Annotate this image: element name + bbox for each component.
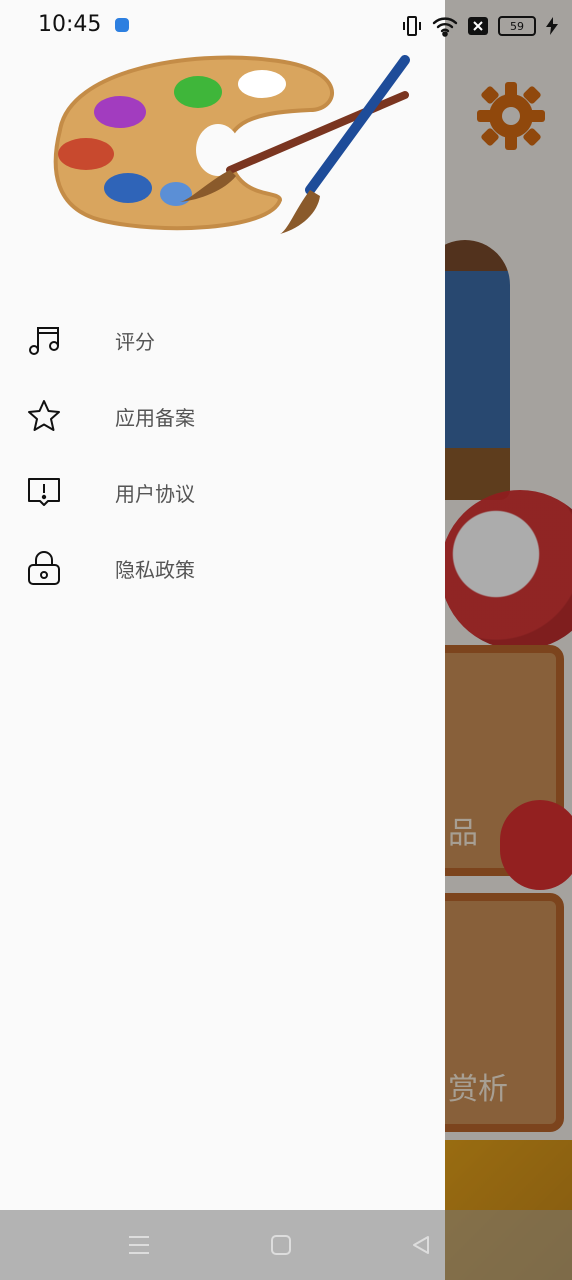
home-button[interactable] <box>266 1230 296 1260</box>
notification-app-icon <box>115 18 129 32</box>
back-button[interactable] <box>406 1230 436 1260</box>
wifi-icon <box>432 17 458 37</box>
menu-icon <box>129 1236 149 1254</box>
battery-icon: 59 <box>498 16 536 36</box>
status-time: 10:45 <box>38 12 102 37</box>
drawer-menu: 评分 应用备案 用户协议 隐私政策 <box>0 302 445 606</box>
alert-message-icon <box>26 474 62 510</box>
no-sim-icon <box>468 17 488 35</box>
status-bar: 10:45 59 <box>0 0 572 50</box>
menu-item-privacy-policy[interactable]: 隐私政策 <box>0 530 445 606</box>
menu-item-label: 应用备案 <box>115 405 195 430</box>
palette-logo <box>53 55 410 234</box>
vibrate-icon <box>403 16 421 36</box>
charging-icon <box>546 17 558 35</box>
navigation-drawer: 评分 应用备案 用户协议 隐私政策 <box>0 0 445 1280</box>
menu-item-label: 用户协议 <box>115 481 195 506</box>
system-nav-bar <box>0 1210 572 1280</box>
menu-item-label: 评分 <box>115 329 155 354</box>
lock-icon <box>26 550 62 586</box>
menu-item-app-filing[interactable]: 应用备案 <box>0 378 445 454</box>
recent-apps-button[interactable] <box>124 1230 154 1260</box>
music-note-icon <box>26 322 62 358</box>
home-icon <box>271 1235 291 1255</box>
back-icon <box>413 1236 429 1254</box>
menu-item-rating[interactable]: 评分 <box>0 302 445 378</box>
star-icon <box>26 398 62 434</box>
menu-item-user-agreement[interactable]: 用户协议 <box>0 454 445 530</box>
status-icons: 59 <box>402 14 558 38</box>
menu-item-label: 隐私政策 <box>115 557 195 582</box>
